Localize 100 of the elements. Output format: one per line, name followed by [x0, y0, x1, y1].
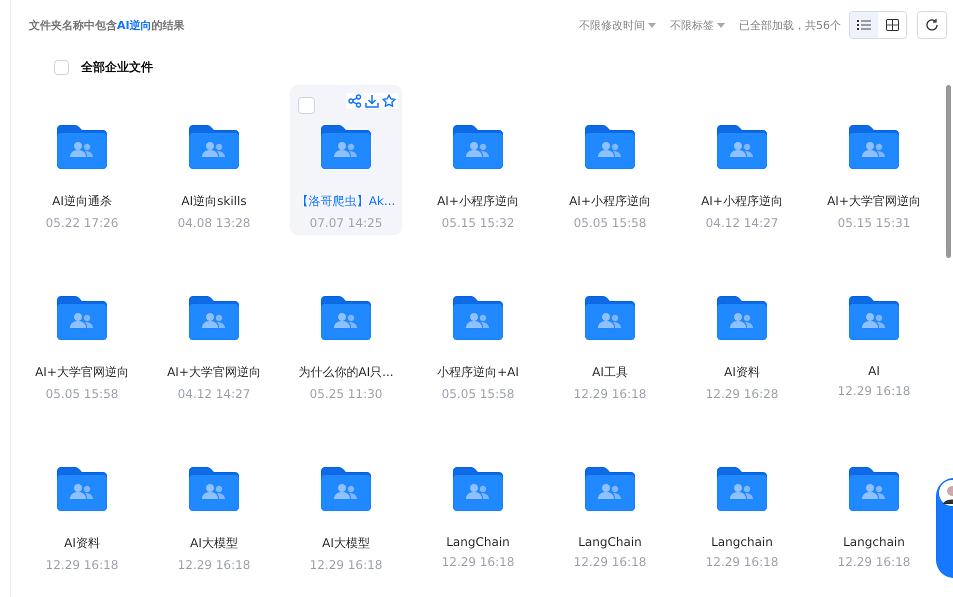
star-icon[interactable] — [382, 94, 396, 108]
folder-name[interactable]: AI大模型 — [322, 535, 370, 552]
list-view-button[interactable] — [850, 12, 878, 38]
folder-name[interactable]: AI大模型 — [190, 535, 238, 552]
modified-time: 05.05 15:58 — [442, 387, 514, 401]
folder-tile[interactable]: AI大模型 12.29 16:18 — [290, 427, 402, 577]
folder-name[interactable]: AI+小程序逆向 — [569, 193, 651, 210]
folder-tile[interactable]: LangChain 12.29 16:18 — [554, 427, 666, 577]
folder-tile[interactable]: AI+小程序逆向 05.15 15:32 — [422, 85, 534, 235]
select-all-checkbox[interactable] — [54, 60, 69, 74]
load-status: 已全部加载，共56个 — [739, 18, 841, 32]
modified-time: 04.12 14:27 — [178, 387, 250, 401]
modified-time: 04.08 13:28 — [178, 216, 250, 230]
folder-name[interactable]: LangChain — [446, 535, 510, 549]
folder-tile[interactable]: 【洛哥爬虫】Ak... 07.07 14:25 — [290, 85, 402, 235]
shared-folder-icon — [57, 125, 107, 169]
folder-name[interactable]: Langchain — [711, 535, 773, 549]
folder-name[interactable]: 【洛哥爬虫】Ak... — [296, 193, 396, 210]
folder-tile[interactable]: AI逆向通杀 05.22 17:26 — [26, 85, 138, 235]
folder-tile[interactable]: AI+小程序逆向 05.05 15:58 — [554, 85, 666, 235]
shared-folder-icon — [321, 296, 371, 340]
folder-tile[interactable]: 小程序逆向+AI 05.05 15:58 — [422, 256, 534, 406]
folder-tile[interactable]: 为什么你的AI只... 05.25 11:30 — [290, 256, 402, 406]
folder-tile[interactable]: Langchain 12.29 16:18 — [818, 427, 930, 577]
shared-folder-icon — [849, 296, 899, 340]
folder-tile[interactable]: LangChain 12.29 16:18 — [422, 427, 534, 577]
folder-tile[interactable]: AI+大学官网逆向 05.05 15:58 — [26, 256, 138, 406]
modified-time: 12.29 16:18 — [178, 558, 250, 572]
folder-tile[interactable]: AI资料 12.29 16:18 — [26, 427, 138, 577]
refresh-icon — [925, 18, 939, 32]
filter-dropdown[interactable]: 不限修改时间 — [579, 18, 656, 32]
shared-folder-icon — [189, 296, 239, 340]
grid-icon — [886, 19, 898, 31]
folder-tile[interactable]: AI+大学官网逆向 05.15 15:31 — [818, 85, 930, 235]
folder-checkbox[interactable] — [298, 97, 315, 114]
refresh-button[interactable] — [917, 11, 947, 39]
folder-tile[interactable]: AI逆向skills 04.08 13:28 — [158, 85, 270, 235]
folder-tile[interactable]: AI+大学官网逆向 04.12 14:27 — [158, 256, 270, 406]
modified-time: 04.12 14:27 — [706, 216, 778, 230]
search-result-title: 文件夹名称中包含AI逆向的结果 — [29, 18, 186, 32]
folder-name[interactable]: 为什么你的AI只... — [298, 364, 394, 381]
caret-icon — [717, 22, 725, 28]
modified-time: 12.29 16:18 — [574, 387, 646, 401]
folder-name[interactable]: 小程序逆向+AI — [437, 364, 519, 381]
shared-folder-icon — [585, 296, 635, 340]
filter-dropdown[interactable]: 不限标签 — [670, 18, 725, 32]
shared-folder-icon — [453, 467, 503, 511]
folder-tile[interactable]: AI资料 12.29 16:28 — [686, 256, 798, 406]
shared-folder-icon — [321, 467, 371, 511]
folder-tile[interactable]: AI工具 12.29 16:18 — [554, 256, 666, 406]
shared-folder-icon — [585, 467, 635, 511]
select-all-label: 全部企业文件 — [81, 58, 153, 76]
list-icon — [857, 19, 871, 31]
folder-name[interactable]: AI+大学官网逆向 — [35, 364, 129, 381]
folder-name[interactable]: AI+大学官网逆向 — [827, 193, 921, 210]
folder-name[interactable]: Langchain — [843, 535, 905, 549]
shared-folder-icon — [57, 296, 107, 340]
share-icon[interactable] — [348, 94, 362, 108]
shared-folder-icon — [453, 125, 503, 169]
folder-tile[interactable]: AI+小程序逆向 04.12 14:27 — [686, 85, 798, 235]
modified-time: 12.29 16:18 — [838, 384, 910, 398]
modified-time: 12.29 16:18 — [574, 555, 646, 569]
shared-folder-icon — [717, 125, 767, 169]
modified-time: 05.25 11:30 — [310, 387, 382, 401]
folder-name[interactable]: AI资料 — [724, 364, 760, 381]
modified-time: 05.15 15:31 — [838, 216, 910, 230]
folder-name[interactable]: AI+大学官网逆向 — [167, 364, 261, 381]
folder-name[interactable]: AI资料 — [64, 535, 100, 552]
shared-folder-icon — [717, 467, 767, 511]
shared-folder-icon — [453, 296, 503, 340]
modified-time: 07.07 14:25 — [310, 216, 382, 230]
modified-time: 05.05 15:58 — [574, 216, 646, 230]
modified-time: 12.29 16:28 — [706, 387, 778, 401]
modified-time: 05.05 15:58 — [46, 387, 118, 401]
folder-name[interactable]: AI+小程序逆向 — [437, 193, 519, 210]
folder-name[interactable]: AI工具 — [592, 364, 628, 381]
modified-time: 12.29 16:18 — [310, 558, 382, 572]
shared-folder-icon — [849, 125, 899, 169]
shared-folder-icon — [189, 125, 239, 169]
folder-name[interactable]: AI — [868, 364, 880, 378]
modified-time: 05.22 17:26 — [46, 216, 118, 230]
folder-tile[interactable]: AI大模型 12.29 16:18 — [158, 427, 270, 577]
folder-tile[interactable]: Langchain 12.29 16:18 — [686, 427, 798, 577]
folder-tile[interactable]: AI 12.29 16:18 — [818, 256, 930, 406]
folder-name[interactable]: AI逆向skills — [181, 193, 247, 210]
modified-time: 12.29 16:18 — [706, 555, 778, 569]
shared-folder-icon — [849, 467, 899, 511]
modified-time: 12.29 16:18 — [838, 555, 910, 569]
folder-name[interactable]: AI逆向通杀 — [52, 193, 112, 210]
download-icon[interactable] — [365, 94, 379, 108]
shared-folder-icon — [717, 296, 767, 340]
shared-folder-icon — [585, 125, 635, 169]
modified-time: 12.29 16:18 — [46, 558, 118, 572]
caret-icon — [648, 22, 656, 28]
folder-name[interactable]: AI+小程序逆向 — [701, 193, 783, 210]
modified-time: 12.29 16:18 — [442, 555, 514, 569]
folder-name[interactable]: LangChain — [578, 535, 642, 549]
shared-folder-icon — [321, 125, 371, 169]
shared-folder-icon — [189, 467, 239, 511]
modified-time: 05.15 15:32 — [442, 216, 514, 230]
